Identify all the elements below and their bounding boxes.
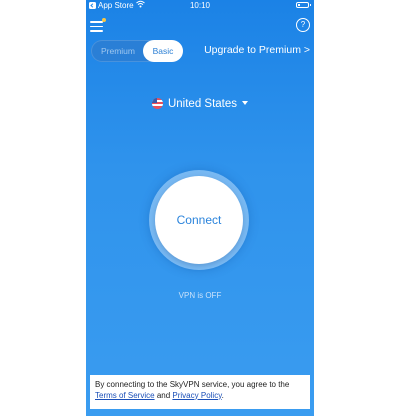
- battery-icon: [296, 2, 311, 8]
- terms-notice: By connecting to the SkyVPN service, you…: [90, 375, 310, 409]
- terms-suffix: .: [221, 390, 224, 400]
- hamburger-icon: [90, 21, 103, 23]
- help-button[interactable]: ?: [296, 18, 310, 32]
- terms-of-service-link[interactable]: Terms of Service: [95, 391, 155, 400]
- dropdown-caret-icon: [242, 101, 249, 105]
- upgrade-to-premium-link[interactable]: Upgrade to Premium >: [204, 44, 310, 56]
- connect-button-ring: Connect: [149, 170, 249, 270]
- terms-prefix: By connecting to the SkyVPN service, you…: [95, 380, 290, 389]
- status-time: 10:10: [189, 1, 211, 10]
- notification-dot-icon: [102, 18, 106, 22]
- terms-and: and: [156, 390, 171, 400]
- menu-button[interactable]: [90, 18, 106, 32]
- privacy-policy-link[interactable]: Privacy Policy: [172, 391, 221, 400]
- hamburger-icon-line: [90, 30, 103, 32]
- basic-plan-option[interactable]: Basic: [143, 40, 183, 62]
- hamburger-icon-line: [90, 25, 103, 28]
- premium-plan-option[interactable]: Premium: [91, 40, 145, 62]
- us-flag-icon: [151, 98, 163, 109]
- vpn-status-text: VPN is OFF: [178, 291, 222, 300]
- connect-button[interactable]: Connect: [155, 176, 243, 264]
- status-bar: App Store 10:10: [86, 0, 314, 12]
- app-screen: App Store 10:10 ? Premium Basic Upgrade …: [86, 0, 314, 416]
- plan-toggle[interactable]: Premium Basic: [91, 40, 183, 62]
- location-country: United States: [167, 98, 238, 110]
- location-selector[interactable]: United States: [86, 98, 314, 110]
